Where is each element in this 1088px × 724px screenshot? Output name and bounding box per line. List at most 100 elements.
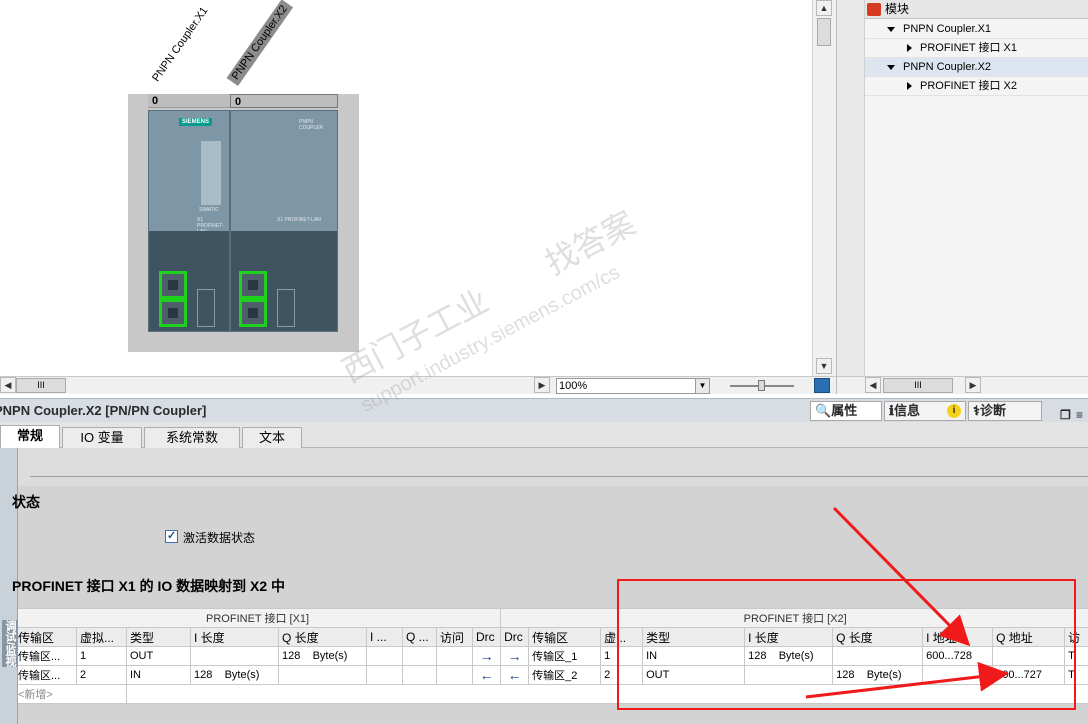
cell[interactable] [366,646,403,666]
cell[interactable]: 1 [76,646,127,666]
siemens-logo: SIEMENS [179,118,213,126]
device-view[interactable]: PNPN Coupler.X1 PNPN Coupler.X2 0 0 SIEM… [0,0,812,376]
zoom-value: 100% [559,380,588,392]
direction-right-icon[interactable]: → [471,646,502,666]
cell[interactable]: 传输区_1 [528,646,602,666]
direction-right-icon[interactable]: → [500,646,530,666]
activate-data-status-checkbox[interactable]: ✓ [165,530,178,543]
device-view-statusbar: ◀ III ▶ 100% ▼ [0,376,836,394]
slot-number-x1: 0 [148,94,230,108]
scroll-left-icon[interactable]: ◀ [865,377,881,393]
tab-diagnostics[interactable]: ⚕诊断 [968,401,1042,421]
overview-row-x2-interface[interactable]: PROFINET 接口 X2 [865,77,1088,96]
overview-row-x2[interactable]: PNPN Coupler.X2 [865,58,1088,77]
col-header[interactable]: 传输区 [528,627,602,647]
slot-number-x2: 0 [230,94,338,108]
cell[interactable]: 128 Byte(s) [278,646,367,666]
cell[interactable] [402,646,437,666]
device-label-x2[interactable]: PNPN Coupler.X2 [226,0,294,86]
status-section-title: 状态 [12,494,40,510]
overview-row-x1-interface[interactable]: PROFINET 接口 X1 [865,39,1088,58]
col-header[interactable]: Q ... [402,627,437,647]
scroll-right-icon[interactable]: ▶ [534,377,550,393]
module-x1[interactable]: SIEMENS SIMATIC X1 PROFINET-LAN [148,110,230,332]
ethernet-port-x1-p1[interactable] [159,271,187,299]
col-header[interactable]: I 长度 [190,627,279,647]
cell[interactable]: 传输区... [18,646,77,666]
cell[interactable]: OUT [126,646,191,666]
ethernet-port-x1-p2[interactable] [159,299,187,327]
cell[interactable] [278,665,367,685]
cell[interactable] [436,646,473,666]
expand-right-icon[interactable] [907,44,912,53]
hscroll-thumb[interactable]: III [883,378,953,393]
direction-left-icon[interactable]: ← [500,665,530,685]
col-header[interactable]: Q 长度 [278,627,367,647]
overview-row-x1[interactable]: PNPN Coupler.X1 [865,20,1088,39]
checkmark-icon: ✓ [167,530,177,542]
tab-properties[interactable]: 🔍属性 [810,401,882,421]
overview-row-label: PNPN Coupler.X2 [903,61,992,73]
overview-navigator-icon[interactable] [814,378,830,393]
col-header[interactable]: Drc [500,627,530,647]
ethernet-port-x2-p1[interactable] [239,271,267,299]
col-header[interactable]: I ... [366,627,403,647]
tab-properties-label: 属性 [831,403,858,418]
cell[interactable]: 传输区_2 [528,665,602,685]
pnpn-coupler-caption: PNPN COUPLER [299,119,324,131]
scroll-left-icon[interactable]: ◀ [0,377,16,393]
hscroll-thumb[interactable]: III [16,378,66,393]
expand-down-icon[interactable] [887,64,895,70]
device-label-x1[interactable]: PNPN Coupler.X1 [150,5,210,84]
overview-hscroll[interactable]: ◀ III ▶ [837,376,1088,394]
magnifier-icon: 🔍 [815,403,832,418]
properties-title: PNPN Coupler.X2 [PN/PN Coupler] [0,403,207,418]
cell[interactable]: 2 [76,665,127,685]
cell-value: 128 [194,669,213,681]
scroll-thumb[interactable] [817,18,831,46]
ethernet-port-x2-p2[interactable] [239,299,267,327]
device-rack: 0 0 SIEMENS SIMATIC X1 PROFINET-LAN PNPN… [128,94,359,352]
expand-right-icon[interactable] [907,82,912,91]
card-slot-x2 [277,289,295,327]
tab-info[interactable]: ℹ信息 i [884,401,966,421]
simatic-brand: SIMATIC [199,207,219,213]
overview-row-label: PNPN Coupler.X1 [903,23,992,35]
col-header[interactable]: 类型 [126,627,191,647]
cell[interactable] [436,665,473,685]
device-overview-panel: 模块 PNPN Coupler.X1 PROFINET 接口 X1 PNPN C… [836,0,1088,394]
expand-down-icon[interactable] [887,26,895,32]
col-header[interactable]: 访问 [436,627,473,647]
module-x2[interactable]: PNPN COUPLER X1 PROFINET-LAN [230,110,338,332]
col-header[interactable]: 传输区 [18,627,77,647]
direction-left-icon[interactable]: ← [471,665,502,685]
zoom-slider-handle[interactable] [758,380,765,391]
cell[interactable] [190,646,279,666]
scroll-up-icon[interactable]: ▲ [816,0,832,16]
device-view-vscroll[interactable]: ▲ ▼ [812,0,836,376]
tab-info-label: 信息 [893,403,920,418]
cell-unit: Byte(s) [224,669,260,681]
properties-tabs: 常规 IO 变量 系统常数 文本 [0,422,1088,448]
side-nav-label[interactable]: 调试/监视 [2,620,18,668]
tab-system-constants[interactable]: 系统常数 [144,427,240,448]
cell[interactable]: 128 Byte(s) [190,665,279,685]
cell[interactable] [366,665,403,685]
add-new-cell[interactable]: <新增> [18,684,127,704]
tab-io-tags[interactable]: IO 变量 [62,427,142,448]
display-strip [201,141,221,205]
scroll-right-icon[interactable]: ▶ [965,377,981,393]
tab-texts[interactable]: 文本 [242,427,302,448]
scroll-down-icon[interactable]: ▼ [816,358,832,374]
col-header[interactable]: 虚拟... [76,627,127,647]
info-icon: i [947,404,961,418]
cell[interactable]: 传输区... [18,665,77,685]
overview-row-label: PROFINET 接口 X1 [920,42,1017,54]
zoom-select[interactable]: 100% ▼ [556,378,710,394]
cell[interactable] [402,665,437,685]
tab-general[interactable]: 常规 [0,425,60,448]
cell[interactable]: IN [126,665,191,685]
col-header[interactable]: Drc [471,627,502,647]
overview-row-label: PROFINET 接口 X2 [920,80,1017,92]
card-slot-x1 [197,289,215,327]
